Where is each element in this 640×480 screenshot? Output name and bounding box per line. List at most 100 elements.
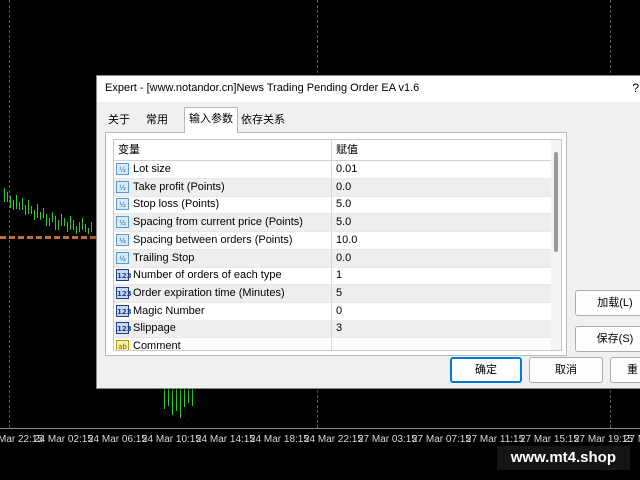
candle <box>188 389 189 403</box>
time-tick-label: 24 Mar 10:15 <box>142 434 201 445</box>
variable-cell: 123 Order expiration time (Minutes) <box>114 284 332 302</box>
variable-name: Lot size <box>133 163 171 175</box>
variable-name: Order expiration time (Minutes) <box>133 286 285 299</box>
ok-button[interactable]: 确定 <box>450 357 522 383</box>
cancel-button[interactable]: 取消 <box>529 357 603 383</box>
time-tick-label: 27 Mar 11:15 <box>466 434 525 445</box>
table-row[interactable]: ½ Lot size 0.01 <box>114 161 551 179</box>
value-cell[interactable]: 5.0 <box>336 196 351 213</box>
table-row[interactable]: 123 Slippage 3 <box>114 320 551 339</box>
value-cell[interactable]: 10.0 <box>336 232 357 249</box>
value-cell[interactable]: 5 <box>336 285 342 302</box>
time-tick-label: 27 Mar 07:15 <box>412 434 471 445</box>
time-tick-label: 27 Mar 15:15 <box>520 434 579 445</box>
table-row[interactable]: 123 Number of orders of each type 1 <box>114 267 551 286</box>
candle <box>67 222 68 232</box>
dialog-title: Expert - [www.notandor.cn]News Trading P… <box>105 82 420 94</box>
candle <box>184 387 185 407</box>
candle <box>58 220 59 230</box>
value-cell[interactable]: 0.01 <box>336 161 357 178</box>
variable-name: Comment <box>133 340 181 351</box>
parameters-table: 变量 赋值 ½ Lot size 0.01 ½ Take profit (Points)… <box>113 139 562 351</box>
variable-name: Trailing Stop <box>133 251 195 264</box>
tab-about[interactable]: 关于 <box>105 110 133 130</box>
value-cell[interactable]: 0.0 <box>336 179 351 196</box>
table-row[interactable]: 123 Order expiration time (Minutes) 5 <box>114 284 551 303</box>
candle <box>176 389 177 411</box>
column-header-value[interactable]: 赋值 <box>332 140 536 160</box>
table-row[interactable]: ab Comment <box>114 338 551 351</box>
candle <box>19 202 20 210</box>
tab-common[interactable]: 常用 <box>143 110 171 130</box>
candle <box>49 218 50 226</box>
table-row[interactable]: 123 Magic Number 0 <box>114 302 551 321</box>
candle <box>73 220 74 230</box>
real-type-icon: ½ <box>116 198 129 211</box>
table-row[interactable]: ½ Stop loss (Points) 5.0 <box>114 196 551 215</box>
table-row[interactable]: ½ Trailing Stop 0.0 <box>114 249 551 268</box>
candle <box>168 388 169 406</box>
variable-cell: ½ Stop loss (Points) <box>114 196 332 214</box>
candle <box>82 218 83 230</box>
variable-cell: ½ Spacing between orders (Points) <box>114 231 332 249</box>
save-button[interactable]: 保存(S) <box>575 326 640 352</box>
table-row[interactable]: ½ Take profit (Points) 0.0 <box>114 178 551 197</box>
real-type-icon: ½ <box>116 251 129 264</box>
candle <box>85 224 86 232</box>
help-button[interactable]: ? <box>632 81 639 95</box>
candle <box>91 222 92 232</box>
variable-cell: 123 Number of orders of each type <box>114 267 332 285</box>
candle <box>61 214 62 226</box>
table-header: 变量 赋值 <box>114 140 551 161</box>
int-type-icon: 123 <box>116 269 132 282</box>
int-type-icon: 123 <box>116 304 132 317</box>
expert-properties-dialog: Expert - [www.notandor.cn]News Trading P… <box>96 75 640 389</box>
candle <box>172 387 173 415</box>
variable-name: Spacing between orders (Points) <box>133 233 293 246</box>
table-row[interactable]: ½ Spacing between orders (Points) 10.0 <box>114 231 551 250</box>
time-tick-label: 24 Mar 18:15 <box>250 434 309 445</box>
variable-name: Number of orders of each type <box>133 269 282 282</box>
table-row[interactable]: ½ Spacing from current price (Points) 5.0 <box>114 214 551 233</box>
time-tick-label: 27 Mar 23 <box>624 434 640 445</box>
variable-name: Slippage <box>133 322 176 335</box>
candle <box>16 195 17 209</box>
time-tick-label: 24 Mar 22:15 <box>304 434 363 445</box>
candle <box>70 216 71 230</box>
candle <box>79 222 80 232</box>
int-type-icon: 123 <box>116 286 132 299</box>
vertical-scrollbar[interactable] <box>551 140 561 350</box>
time-tick-label: 24 Mar 06:15 <box>88 434 147 445</box>
string-type-icon: ab <box>116 340 129 350</box>
value-cell[interactable]: 0.0 <box>336 250 351 267</box>
variable-name: Magic Number <box>133 304 205 317</box>
candle <box>34 210 35 220</box>
scrollbar-thumb[interactable] <box>554 152 558 252</box>
dialog-titlebar[interactable]: Expert - [www.notandor.cn]News Trading P… <box>97 76 640 102</box>
candle <box>43 208 44 218</box>
value-cell[interactable]: 5.0 <box>336 214 351 231</box>
inputs-panel: 变量 赋值 ½ Lot size 0.01 ½ Take profit (Points)… <box>105 132 567 356</box>
variable-cell: ½ Spacing from current price (Points) <box>114 214 332 232</box>
column-header-variable[interactable]: 变量 <box>114 140 332 160</box>
candle <box>22 198 23 210</box>
time-tick-label: 24 Mar 14:15 <box>196 434 255 445</box>
value-cell[interactable]: 0 <box>336 303 342 320</box>
candle <box>55 216 56 230</box>
variable-name: Take profit (Points) <box>133 180 225 193</box>
time-tick-label: 27 Mar 03:15 <box>358 434 417 445</box>
candle <box>52 212 53 222</box>
tab-dependencies[interactable]: 依存关系 <box>239 110 287 130</box>
value-cell[interactable]: 1 <box>336 267 342 284</box>
value-cell[interactable]: 3 <box>336 320 342 337</box>
load-button[interactable]: 加载(L) <box>575 290 640 316</box>
time-axis-line <box>0 428 640 429</box>
variable-cell: ½ Lot size <box>114 161 332 178</box>
tab-inputs[interactable]: 输入参数 <box>184 107 238 133</box>
variable-cell: ab Comment <box>114 338 332 351</box>
real-type-icon: ½ <box>116 216 129 229</box>
real-type-icon: ½ <box>116 180 129 193</box>
int-type-icon: 123 <box>116 322 132 335</box>
reset-button[interactable]: 重 <box>610 357 640 383</box>
real-type-icon: ½ <box>116 233 129 246</box>
